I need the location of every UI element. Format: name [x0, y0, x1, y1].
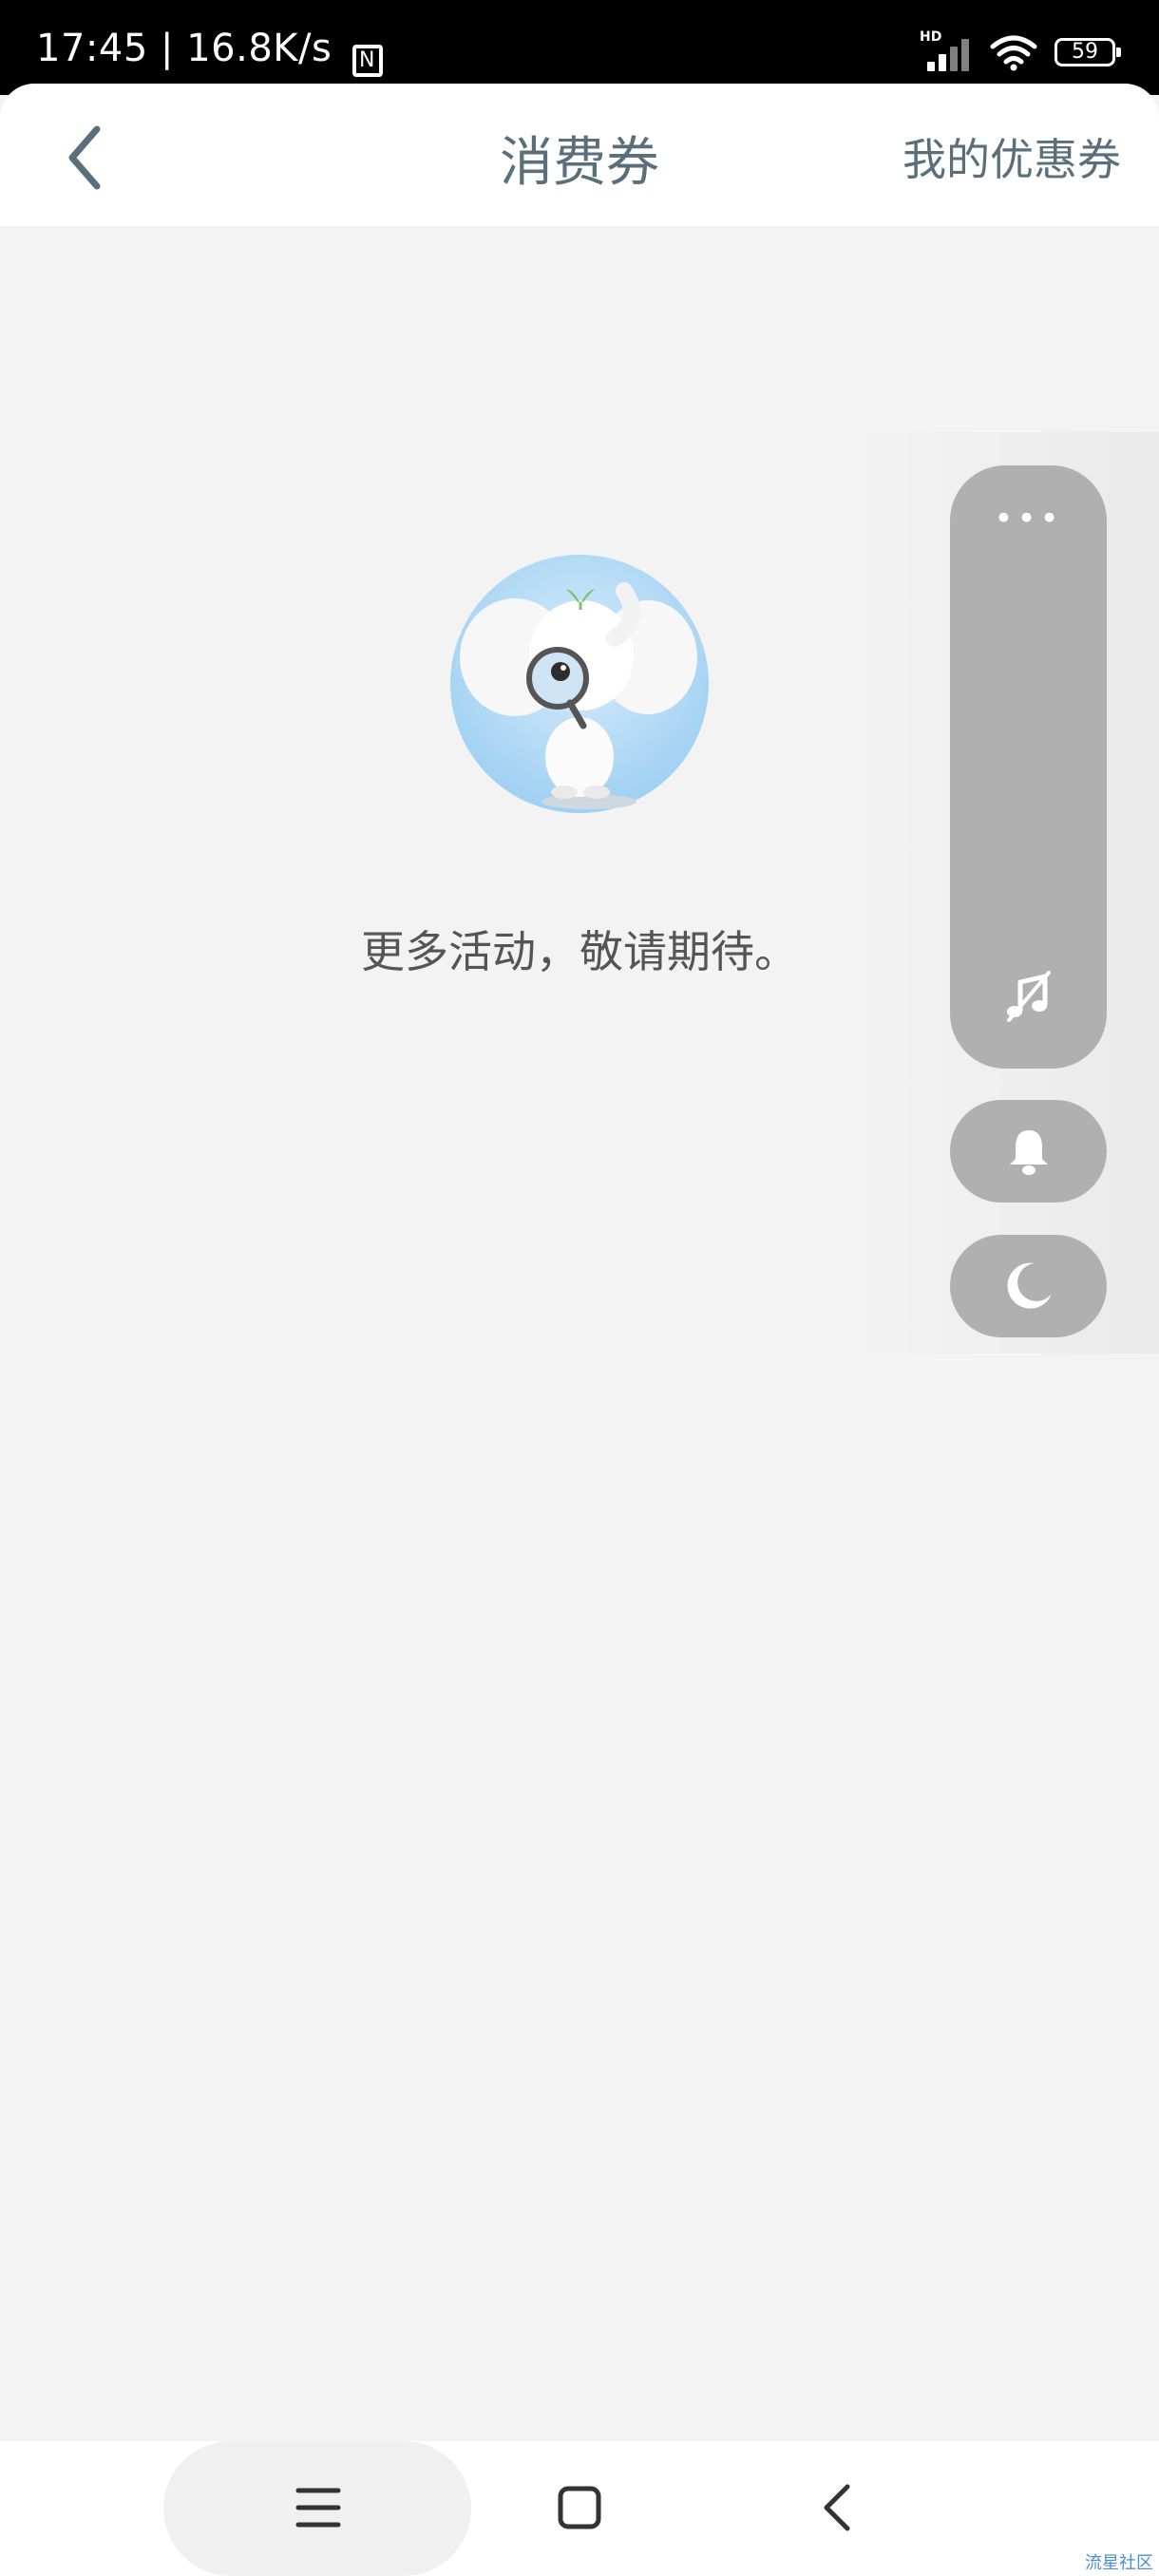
status-time: 17:45 | 16.8K/s N [36, 27, 383, 77]
status-icons: HD 59 [920, 28, 1121, 76]
back-nav-icon[interactable] [815, 2479, 863, 2536]
nfc-icon: N [352, 45, 383, 77]
dark-mode-button[interactable] [950, 1235, 1107, 1337]
more-options-icon[interactable]: ••• [950, 500, 1107, 538]
elephant-mascot-icon [450, 555, 709, 813]
wifi-icon [990, 35, 1037, 71]
bell-icon [1010, 1130, 1048, 1175]
battery-icon: 59 [1054, 38, 1121, 66]
navigation-bar: 流星社区 [0, 2441, 1159, 2576]
notification-button[interactable] [950, 1100, 1107, 1203]
clock-text: 17:45 [36, 27, 148, 70]
music-off-icon[interactable] [1001, 969, 1056, 1024]
separator-text: | [161, 27, 174, 70]
network-speed: 16.8K/s [186, 27, 332, 70]
menu-icon[interactable] [294, 2479, 342, 2536]
signal-icon: HD [920, 29, 973, 73]
status-bar: 17:45 | 16.8K/s N HD 59 [0, 0, 1159, 95]
app-header: 消费券 我的优惠券 [0, 84, 1159, 226]
my-coupons-link[interactable]: 我的优惠券 [902, 125, 1121, 188]
network-type: HD [920, 29, 942, 45]
watermark: 流星社区 [1085, 2553, 1153, 2573]
home-icon[interactable] [555, 2479, 604, 2536]
moon-icon [1007, 1262, 1052, 1309]
floating-panel: ••• [950, 465, 1107, 1069]
